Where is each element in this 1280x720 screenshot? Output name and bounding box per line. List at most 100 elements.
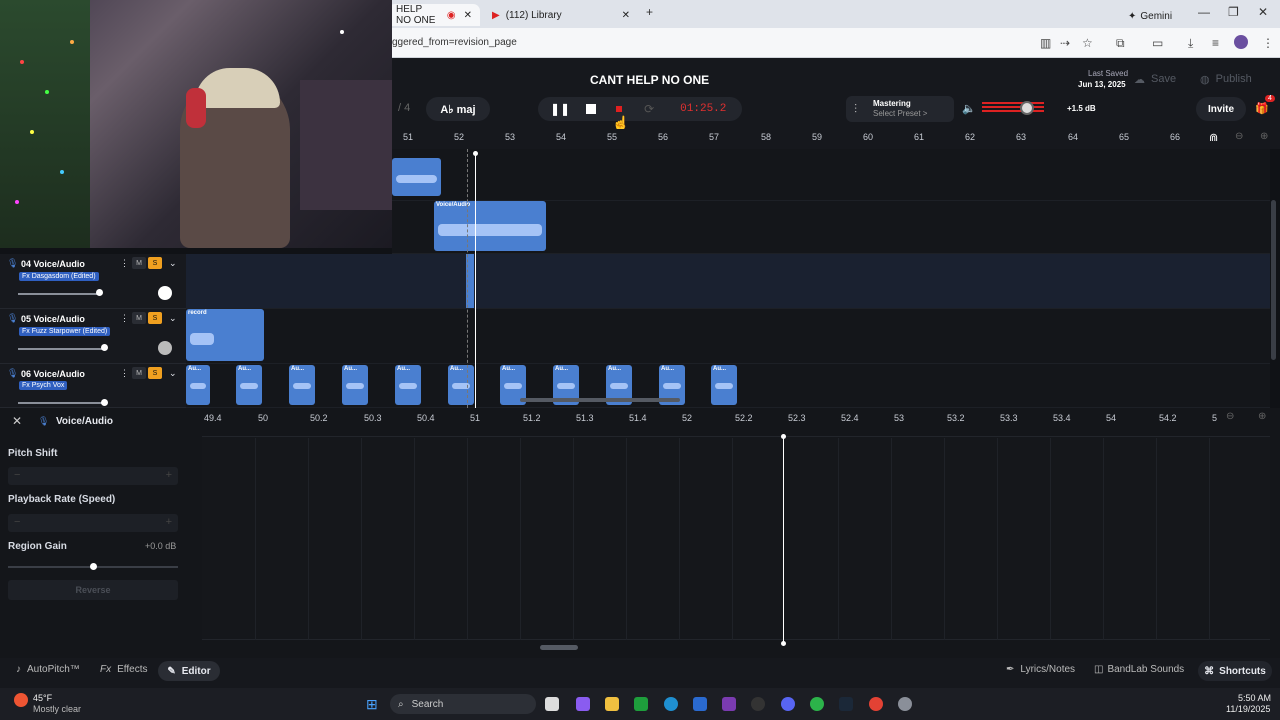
audio-clip[interactable]: Au...: [711, 365, 737, 405]
obs-icon[interactable]: [751, 697, 765, 711]
track-header[interactable]: 🎙 04 Voice/Audio Fx Dasgasdom (Edited) ⋮…: [0, 254, 186, 309]
menu-kebab-icon[interactable]: ⋮: [1262, 36, 1274, 50]
mute-button[interactable]: M: [132, 257, 146, 269]
cast-icon[interactable]: ⇢: [1060, 36, 1070, 50]
solo-button[interactable]: S: [148, 257, 162, 269]
profile-avatar[interactable]: [1234, 35, 1248, 49]
mute-button[interactable]: M: [132, 367, 146, 379]
mute-button[interactable]: M: [132, 312, 146, 324]
slider-handle[interactable]: [101, 399, 108, 406]
task-view-icon[interactable]: [545, 697, 559, 711]
zoom-in-icon[interactable]: ⊕: [1260, 131, 1268, 142]
horizontal-scrollbar[interactable]: [520, 398, 680, 402]
editor-playhead-top[interactable]: [781, 434, 786, 439]
decrement-icon[interactable]: −: [14, 516, 20, 528]
editor-playhead-bottom[interactable]: [781, 641, 786, 646]
track-lane[interactable]: [392, 149, 1270, 201]
bandlab-sounds-tab[interactable]: ◫ BandLab Sounds: [1094, 664, 1184, 675]
editor-ruler[interactable]: 49.4 50 50.2 50.3 50.4 51 51.2 51.3 51.4…: [186, 408, 1280, 430]
weather-desc[interactable]: Mostly clear: [33, 704, 81, 714]
publish-button[interactable]: ◍ Publish: [1200, 68, 1268, 90]
taskbar-search[interactable]: ⌕ Search: [390, 694, 536, 714]
close-window-icon[interactable]: ✕: [1258, 5, 1268, 19]
slider-handle[interactable]: [101, 344, 108, 351]
increment-icon[interactable]: +: [166, 469, 172, 481]
chevron-down-icon[interactable]: ⌄: [169, 368, 177, 379]
reading-mode-icon[interactable]: ▥: [1040, 36, 1051, 50]
track-name[interactable]: 06 Voice/Audio: [21, 369, 85, 379]
zoom-in-icon[interactable]: ⊕: [1258, 411, 1266, 422]
zoom-out-icon[interactable]: ⊖: [1235, 131, 1243, 142]
timeline-ruler[interactable]: 51 52 53 54 55 56 57 58 59 60 61 62 63 6…: [392, 129, 1280, 149]
editor-tab[interactable]: ✎ Editor: [158, 661, 220, 681]
slider-handle[interactable]: [96, 289, 103, 296]
tab-library[interactable]: ▶ (112) Library ✕: [484, 4, 638, 26]
snap-magnet-icon[interactable]: ⋒: [1209, 131, 1218, 144]
waveform-editor-area[interactable]: [202, 436, 1270, 640]
close-editor-icon[interactable]: ✕: [12, 414, 22, 428]
pause-icon[interactable]: ❚❚: [550, 102, 570, 116]
settings-gear-icon[interactable]: [898, 697, 912, 711]
stop-icon[interactable]: [586, 104, 597, 114]
editor-horizontal-scrollbar[interactable]: [540, 645, 578, 650]
clock-time[interactable]: 5:50 AM: [1238, 693, 1271, 703]
edge-icon[interactable]: [664, 697, 678, 711]
gift-icon[interactable]: 🎁: [1255, 102, 1269, 115]
mastering-button[interactable]: ⫶ Mastering Select Preset >: [846, 96, 954, 122]
xbox-icon[interactable]: [634, 697, 648, 711]
track-header[interactable]: 🎙 05 Voice/Audio Fx Fuzz Starpower (Edit…: [0, 309, 186, 364]
audio-clip[interactable]: Au...: [289, 365, 315, 405]
editor-playhead[interactable]: [783, 437, 784, 643]
audio-clip[interactable]: Voice/Audio: [434, 201, 546, 251]
project-title[interactable]: CANT HELP NO ONE: [590, 73, 709, 87]
sidepanel-icon[interactable]: ▭: [1152, 36, 1163, 50]
track-menu-icon[interactable]: ⋮: [120, 368, 129, 379]
autopitch-tab[interactable]: ♪ AutoPitch™: [16, 664, 80, 675]
audio-clip[interactable]: Au...: [342, 365, 368, 405]
close-tab-icon[interactable]: ✕: [464, 10, 472, 21]
track-volume-slider[interactable]: [18, 402, 104, 404]
slider-handle[interactable]: [90, 563, 97, 570]
minimize-icon[interactable]: —: [1198, 5, 1210, 19]
maximize-icon[interactable]: ❐: [1228, 5, 1239, 19]
discord-icon[interactable]: [781, 697, 795, 711]
solo-button[interactable]: S: [148, 367, 162, 379]
gemini-button[interactable]: ✦ Gemini: [1120, 5, 1180, 27]
mute-speaker-icon[interactable]: 🔈: [962, 102, 976, 115]
pan-knob[interactable]: [158, 286, 172, 300]
playback-rate-stepper[interactable]: − +: [8, 514, 178, 532]
extensions-icon[interactable]: ⧉: [1116, 36, 1125, 51]
weather-temp[interactable]: 45°F: [33, 693, 52, 703]
track-lane[interactable]: [186, 254, 1270, 309]
track-name[interactable]: 05 Voice/Audio: [21, 314, 85, 324]
audio-clip[interactable]: [392, 158, 441, 196]
download-icon[interactable]: ⤓: [1188, 36, 1193, 51]
invite-button[interactable]: Invite: [1196, 97, 1246, 121]
zoom-out-icon[interactable]: ⊖: [1226, 411, 1234, 422]
steam-icon[interactable]: [839, 697, 853, 711]
save-button[interactable]: ☁ Save: [1134, 68, 1198, 90]
shortcuts-button[interactable]: ⌘ Shortcuts: [1198, 661, 1272, 681]
playhead[interactable]: [475, 153, 476, 408]
playhead-handle[interactable]: [473, 151, 478, 156]
bookmark-star-icon[interactable]: ☆: [1082, 36, 1093, 50]
pan-knob[interactable]: [158, 341, 172, 355]
track-header[interactable]: 🎙 06 Voice/Audio Fx Psych Vox ⋮ M S ⌄: [0, 364, 186, 408]
loop-icon[interactable]: ⟳: [644, 102, 654, 116]
track-menu-icon[interactable]: ⋮: [120, 313, 129, 324]
solo-button[interactable]: S: [148, 312, 162, 324]
audio-clip[interactable]: Au...: [236, 365, 262, 405]
url-text[interactable]: ggered_from=revision_page: [392, 37, 517, 48]
increment-icon[interactable]: +: [166, 516, 172, 528]
track-menu-icon[interactable]: ⋮: [120, 258, 129, 269]
record-icon[interactable]: [616, 106, 623, 112]
track-volume-slider[interactable]: [18, 348, 104, 350]
weather-alert-icon[interactable]: [14, 693, 28, 707]
windows-start-icon[interactable]: ⊞: [366, 696, 378, 713]
track-volume-slider[interactable]: [18, 293, 100, 295]
clock-date[interactable]: 11/19/2025: [1226, 704, 1270, 714]
chevron-down-icon[interactable]: ⌄: [169, 313, 177, 324]
chrome-icon[interactable]: [810, 697, 824, 711]
lyrics-notes-tab[interactable]: ✒ Lyrics/Notes: [1006, 664, 1075, 675]
app-icon[interactable]: [722, 697, 736, 711]
